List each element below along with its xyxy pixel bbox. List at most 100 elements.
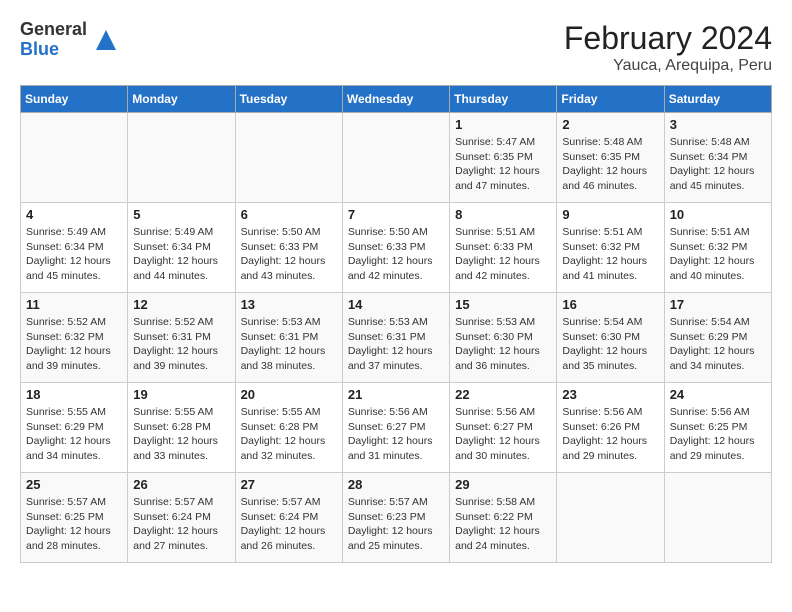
logo-general: General [20, 20, 87, 40]
day-info: Sunrise: 5:55 AMSunset: 6:28 PMDaylight:… [133, 405, 229, 464]
day-info: Sunrise: 5:57 AMSunset: 6:24 PMDaylight:… [241, 495, 337, 554]
calendar-cell [21, 113, 128, 203]
day-info: Sunrise: 5:53 AMSunset: 6:31 PMDaylight:… [348, 315, 444, 374]
calendar-cell [235, 113, 342, 203]
day-number: 25 [26, 477, 122, 492]
day-number: 10 [670, 207, 766, 222]
calendar-cell: 21 Sunrise: 5:56 AMSunset: 6:27 PMDayligh… [342, 383, 449, 473]
calendar-cell: 18 Sunrise: 5:55 AMSunset: 6:29 PMDayligh… [21, 383, 128, 473]
calendar-table: SundayMondayTuesdayWednesdayThursdayFrid… [20, 85, 772, 563]
week-row-3: 11 Sunrise: 5:52 AMSunset: 6:32 PMDayligh… [21, 293, 772, 383]
day-info: Sunrise: 5:49 AMSunset: 6:34 PMDaylight:… [26, 225, 122, 284]
day-info: Sunrise: 5:49 AMSunset: 6:34 PMDaylight:… [133, 225, 229, 284]
calendar-cell: 9Sunrise: 5:51 AMSunset: 6:32 PMDaylight… [557, 203, 664, 293]
day-number: 14 [348, 297, 444, 312]
day-number: 8 [455, 207, 551, 222]
calendar-cell: 6Sunrise: 5:50 AMSunset: 6:33 PMDaylight… [235, 203, 342, 293]
calendar-cell [128, 113, 235, 203]
day-info: Sunrise: 5:53 AMSunset: 6:30 PMDaylight:… [455, 315, 551, 374]
week-row-2: 4 Sunrise: 5:49 AMSunset: 6:34 PMDaylight… [21, 203, 772, 293]
calendar-cell: 17 Sunrise: 5:54 AMSunset: 6:29 PMDayligh… [664, 293, 771, 383]
calendar-body: 1Sunrise: 5:47 AMSunset: 6:35 PMDaylight… [21, 113, 772, 563]
calendar-cell [557, 473, 664, 563]
day-number: 21 [348, 387, 444, 402]
day-info: Sunrise: 5:55 AMSunset: 6:29 PMDaylight:… [26, 405, 122, 464]
calendar-cell: 20Sunrise: 5:55 AMSunset: 6:28 PMDayligh… [235, 383, 342, 473]
day-info: Sunrise: 5:53 AMSunset: 6:31 PMDaylight:… [241, 315, 337, 374]
calendar-cell: 26 Sunrise: 5:57 AMSunset: 6:24 PMDayligh… [128, 473, 235, 563]
week-row-5: 25 Sunrise: 5:57 AMSunset: 6:25 PMDayligh… [21, 473, 772, 563]
calendar-cell: 12Sunrise: 5:52 AMSunset: 6:31 PMDayligh… [128, 293, 235, 383]
day-number: 29 [455, 477, 551, 492]
day-info: Sunrise: 5:56 AMSunset: 6:26 PMDaylight:… [562, 405, 658, 464]
day-info: Sunrise: 5:47 AMSunset: 6:35 PMDaylight:… [455, 135, 551, 194]
day-number: 3 [670, 117, 766, 132]
calendar-cell: 14 Sunrise: 5:53 AMSunset: 6:31 PMDayligh… [342, 293, 449, 383]
calendar-cell: 19 Sunrise: 5:55 AMSunset: 6:28 PMDayligh… [128, 383, 235, 473]
calendar-cell: 15 Sunrise: 5:53 AMSunset: 6:30 PMDayligh… [450, 293, 557, 383]
day-number: 2 [562, 117, 658, 132]
day-info: Sunrise: 5:54 AMSunset: 6:30 PMDaylight:… [562, 315, 658, 374]
week-row-4: 18 Sunrise: 5:55 AMSunset: 6:29 PMDayligh… [21, 383, 772, 473]
day-info: Sunrise: 5:50 AMSunset: 6:33 PMDaylight:… [348, 225, 444, 284]
weekday-header-sunday: Sunday [21, 86, 128, 113]
day-info: Sunrise: 5:48 AMSunset: 6:34 PMDaylight:… [670, 135, 766, 194]
weekday-header-monday: Monday [128, 86, 235, 113]
calendar-cell: 7 Sunrise: 5:50 AMSunset: 6:33 PMDaylight… [342, 203, 449, 293]
day-info: Sunrise: 5:56 AMSunset: 6:27 PMDaylight:… [348, 405, 444, 464]
day-number: 26 [133, 477, 229, 492]
day-number: 22 [455, 387, 551, 402]
title-block: February 2024 Yauca, Arequipa, Peru [564, 20, 772, 75]
day-number: 24 [670, 387, 766, 402]
weekday-header-wednesday: Wednesday [342, 86, 449, 113]
page-header: General Blue February 2024 Yauca, Arequi… [20, 20, 772, 75]
calendar-cell: 28 Sunrise: 5:57 AMSunset: 6:23 PMDayligh… [342, 473, 449, 563]
day-number: 5 [133, 207, 229, 222]
weekday-header-tuesday: Tuesday [235, 86, 342, 113]
calendar-cell: 4 Sunrise: 5:49 AMSunset: 6:34 PMDaylight… [21, 203, 128, 293]
day-info: Sunrise: 5:52 AMSunset: 6:32 PMDaylight:… [26, 315, 122, 374]
day-info: Sunrise: 5:56 AMSunset: 6:27 PMDaylight:… [455, 405, 551, 464]
day-number: 19 [133, 387, 229, 402]
day-info: Sunrise: 5:50 AMSunset: 6:33 PMDaylight:… [241, 225, 337, 284]
day-info: Sunrise: 5:56 AMSunset: 6:25 PMDaylight:… [670, 405, 766, 464]
weekday-header-saturday: Saturday [664, 86, 771, 113]
day-info: Sunrise: 5:54 AMSunset: 6:29 PMDaylight:… [670, 315, 766, 374]
calendar-cell: 10Sunrise: 5:51 AMSunset: 6:32 PMDayligh… [664, 203, 771, 293]
calendar-cell: 2 Sunrise: 5:48 AMSunset: 6:35 PMDaylight… [557, 113, 664, 203]
day-number: 28 [348, 477, 444, 492]
day-number: 23 [562, 387, 658, 402]
day-info: Sunrise: 5:58 AMSunset: 6:22 PMDaylight:… [455, 495, 551, 554]
calendar-cell [664, 473, 771, 563]
day-info: Sunrise: 5:52 AMSunset: 6:31 PMDaylight:… [133, 315, 229, 374]
day-number: 18 [26, 387, 122, 402]
day-info: Sunrise: 5:51 AMSunset: 6:32 PMDaylight:… [562, 225, 658, 284]
day-number: 7 [348, 207, 444, 222]
calendar-cell: 5 Sunrise: 5:49 AMSunset: 6:34 PMDaylight… [128, 203, 235, 293]
calendar-cell: 16Sunrise: 5:54 AMSunset: 6:30 PMDayligh… [557, 293, 664, 383]
day-number: 4 [26, 207, 122, 222]
logo-blue: Blue [20, 40, 87, 60]
day-number: 17 [670, 297, 766, 312]
day-info: Sunrise: 5:57 AMSunset: 6:25 PMDaylight:… [26, 495, 122, 554]
logo: General Blue [20, 20, 121, 60]
day-number: 11 [26, 297, 122, 312]
page-subtitle: Yauca, Arequipa, Peru [564, 57, 772, 75]
calendar-cell: 23 Sunrise: 5:56 AMSunset: 6:26 PMDayligh… [557, 383, 664, 473]
day-info: Sunrise: 5:57 AMSunset: 6:24 PMDaylight:… [133, 495, 229, 554]
calendar-cell: 13Sunrise: 5:53 AMSunset: 6:31 PMDayligh… [235, 293, 342, 383]
calendar-cell: 22 Sunrise: 5:56 AMSunset: 6:27 PMDayligh… [450, 383, 557, 473]
calendar-cell: 1Sunrise: 5:47 AMSunset: 6:35 PMDaylight… [450, 113, 557, 203]
day-info: Sunrise: 5:57 AMSunset: 6:23 PMDaylight:… [348, 495, 444, 554]
day-info: Sunrise: 5:51 AMSunset: 6:33 PMDaylight:… [455, 225, 551, 284]
logo-icon [91, 25, 121, 55]
day-number: 15 [455, 297, 551, 312]
calendar-header: SundayMondayTuesdayWednesdayThursdayFrid… [21, 86, 772, 113]
calendar-cell: 24 Sunrise: 5:56 AMSunset: 6:25 PMDayligh… [664, 383, 771, 473]
calendar-cell: 25 Sunrise: 5:57 AMSunset: 6:25 PMDayligh… [21, 473, 128, 563]
weekday-header-friday: Friday [557, 86, 664, 113]
calendar-cell [342, 113, 449, 203]
calendar-cell: 29 Sunrise: 5:58 AMSunset: 6:22 PMDayligh… [450, 473, 557, 563]
day-info: Sunrise: 5:48 AMSunset: 6:35 PMDaylight:… [562, 135, 658, 194]
week-row-1: 1Sunrise: 5:47 AMSunset: 6:35 PMDaylight… [21, 113, 772, 203]
